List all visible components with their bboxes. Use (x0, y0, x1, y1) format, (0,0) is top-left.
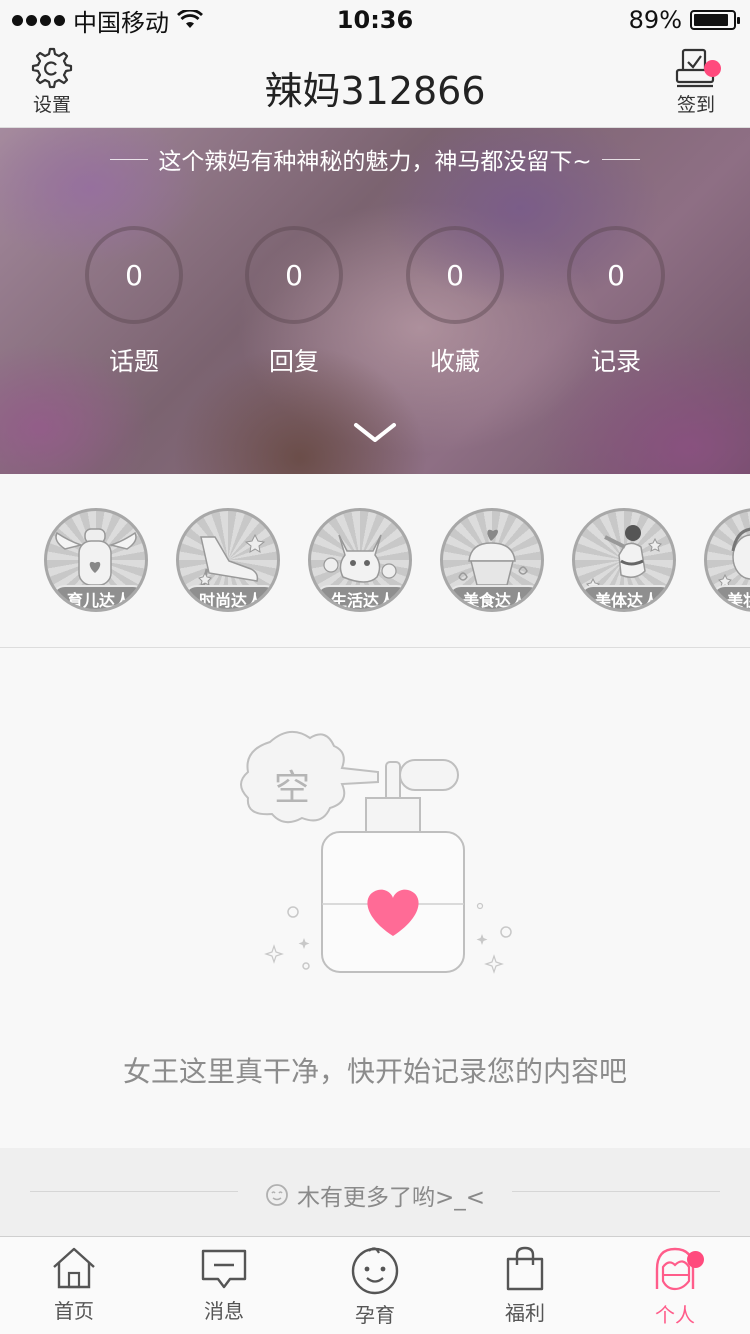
stat-favorites[interactable]: 0 收藏 (395, 226, 515, 378)
no-more-text: 木有更多了哟>_< (296, 1185, 486, 1211)
badge-label: 生活达人 (315, 585, 409, 609)
profile-badge-dot (687, 1251, 704, 1268)
badge-parenting[interactable]: 育儿达人 (44, 508, 148, 612)
battery-icon (690, 10, 740, 30)
badge-label: 美妆达人 (711, 585, 750, 609)
home-icon (53, 1247, 95, 1289)
badge-food[interactable]: 美食达人 (440, 508, 544, 612)
nav-bar: 设置 辣妈312866 签到 (0, 40, 750, 128)
tab-messages[interactable]: 消息 (174, 1245, 274, 1324)
stat-replies[interactable]: 0 回复 (234, 226, 354, 378)
stat-records[interactable]: 0 记录 (556, 226, 676, 378)
badge-label: 育儿达人 (51, 585, 145, 609)
badge-circle: 美体达人 (572, 508, 676, 612)
tab-bar: 首页 消息 孕育 福利 个人 (0, 1236, 750, 1334)
shopping-bag-icon (506, 1246, 544, 1291)
badge-circle: 育儿达人 (44, 508, 148, 612)
smile-icon (266, 1184, 288, 1206)
baby-face-icon (351, 1247, 399, 1295)
badge-label: 美体达人 (579, 585, 673, 609)
message-icon (201, 1249, 247, 1289)
page-title: 辣妈312866 (264, 69, 486, 113)
badge-label: 时尚达人 (183, 585, 277, 609)
stat-count: 0 (406, 226, 504, 324)
status-bar: 中国移动 10:36 89% (0, 0, 750, 662)
stat-label: 记录 (590, 347, 641, 376)
badge-circle: 生活达人 (308, 508, 412, 612)
stat-count: 0 (85, 226, 183, 324)
badge-circle: 时尚达人 (176, 508, 280, 612)
profile-bio: 这个辣妈有种神秘的魅力，神马都没留下~ (0, 142, 750, 176)
tab-profile[interactable]: 个人 (625, 1245, 725, 1328)
status-right: 89% (628, 6, 740, 34)
expand-chevron-icon[interactable] (353, 422, 397, 444)
no-more-footer: 木有更多了哟>_< (0, 1148, 750, 1236)
no-more-divider-right (512, 1191, 720, 1192)
checkin-badge-dot (704, 60, 721, 77)
tab-label: 首页 (54, 1299, 94, 1323)
tab-label: 消息 (204, 1299, 244, 1323)
tab-parenting[interactable]: 孕育 (325, 1245, 425, 1328)
badge-circle: 美妆达人 (704, 508, 750, 612)
no-more-text-row: 木有更多了哟>_< (0, 1178, 750, 1212)
badge-lifestyle[interactable]: 生活达人 (308, 508, 412, 612)
empty-message: 女王这里真干净，快开始记录您的内容吧 (122, 1055, 627, 1088)
tab-label: 孕育 (355, 1303, 395, 1327)
bio-divider-right (601, 158, 640, 160)
tab-benefits[interactable]: 福利 (475, 1245, 575, 1326)
profile-banner: 这个辣妈有种神秘的魅力，神马都没留下~ 0 话题 0 回复 0 收藏 0 记录 (0, 128, 750, 474)
stat-count: 0 (245, 226, 343, 324)
badge-fashion[interactable]: 时尚达人 (176, 508, 280, 612)
badge-body[interactable]: 美体达人 (572, 508, 676, 612)
checkin-button[interactable]: 签到 (656, 46, 736, 117)
tab-home[interactable]: 首页 (24, 1245, 124, 1324)
stat-count: 0 (567, 226, 665, 324)
stat-label: 回复 (268, 347, 319, 376)
stat-topics[interactable]: 0 话题 (74, 226, 194, 378)
battery-percent: 89% (628, 6, 682, 34)
stat-label: 收藏 (429, 347, 480, 376)
tab-label: 个人 (655, 1303, 695, 1327)
empty-state: 空 女王这里真干净，快开始记录您的内容吧 (0, 648, 750, 1148)
tab-label: 福利 (505, 1301, 545, 1325)
badge-circle: 美食达人 (440, 508, 544, 612)
bio-divider-left (110, 158, 149, 160)
badges-row: 育儿达人 时尚达人 生活达人 美食达人 美体达人 美 (0, 474, 750, 648)
stat-label: 话题 (108, 347, 159, 376)
badge-label: 美食达人 (447, 585, 541, 609)
battery-fill (694, 14, 728, 26)
empty-bubble-text: 空 (274, 768, 311, 809)
bio-text: 这个辣妈有种神秘的魅力，神马都没留下~ (158, 149, 592, 175)
checkin-label: 签到 (676, 94, 715, 116)
badge-makeup[interactable]: 美妆达人 (704, 508, 750, 612)
